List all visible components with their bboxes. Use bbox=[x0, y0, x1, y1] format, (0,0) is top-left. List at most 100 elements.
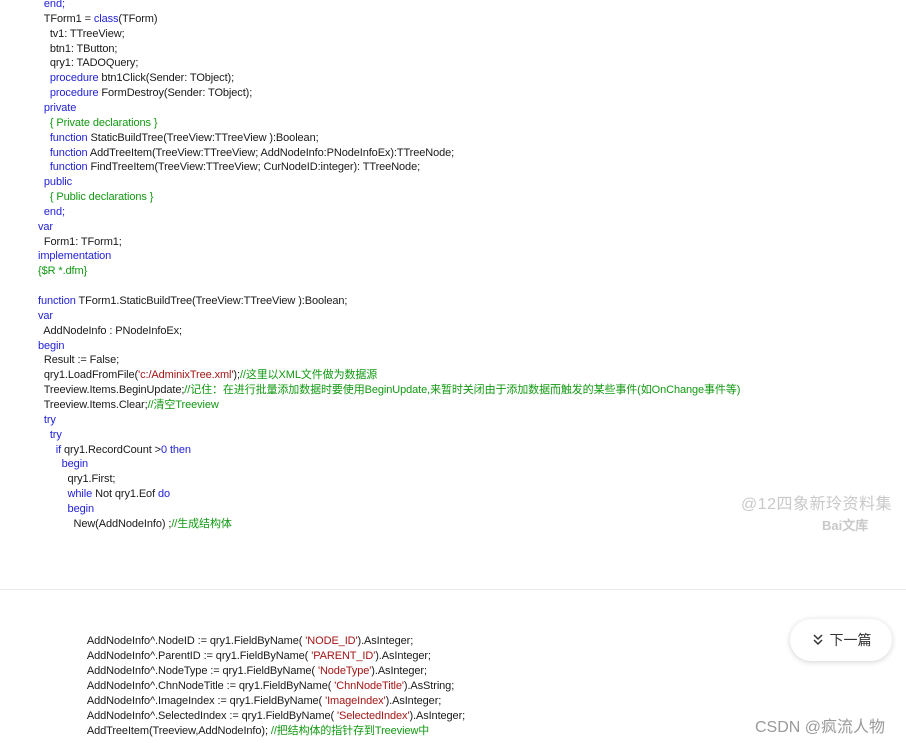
code-token: AddNodeInfo^.SelectedIndex := qry1.Field… bbox=[52, 710, 338, 722]
code-token: FindTreeItem(TreeView:TTreeView; CurNode… bbox=[87, 161, 421, 174]
code-token: (TForm) bbox=[118, 12, 158, 25]
code-line: Treeview.Items.BeginUpdate;//记住：在进行批量添加数… bbox=[38, 383, 741, 397]
code-token: 'SelectedIndex' bbox=[337, 710, 410, 722]
code-token: try bbox=[38, 413, 56, 426]
code-line: public bbox=[38, 175, 72, 189]
code-token: //生成结构体 bbox=[171, 517, 232, 530]
code-token: qry1.RecordCount > bbox=[61, 443, 161, 456]
code-token: AddNodeInfo^.NodeType := qry1.FieldByNam… bbox=[52, 665, 318, 677]
code-line: if qry1.RecordCount >0 then bbox=[38, 443, 191, 457]
code-token: TForm1.StaticBuildTree(TreeView:TTreeVie… bbox=[75, 295, 348, 307]
code-line: qry1.First; bbox=[38, 472, 116, 486]
code-line: AddNodeInfo : PNodeInfoEx; bbox=[38, 324, 182, 338]
code-token: 'ImageIndex' bbox=[325, 695, 386, 707]
code-line: private bbox=[38, 101, 76, 115]
code-token: New(AddNodeInfo) ; bbox=[38, 517, 172, 530]
code-line: AddNodeInfo^.NodeType := qry1.FieldByNam… bbox=[52, 664, 427, 678]
code-token: ).AsInteger; bbox=[409, 710, 466, 722]
code-token: begin bbox=[38, 339, 65, 352]
code-token: ).AsInteger; bbox=[375, 650, 431, 662]
code-token: do bbox=[158, 488, 171, 501]
code-line: AddNodeInfo^.NodeID := qry1.FieldByName(… bbox=[52, 634, 413, 648]
code-line: btn1: TButton; bbox=[38, 42, 118, 56]
code-line: end; bbox=[38, 205, 65, 219]
code-token: ).AsInteger; bbox=[357, 635, 414, 647]
code-token: 'NodeType' bbox=[317, 665, 372, 677]
code-token: btn1Click(Sender: TObject); bbox=[98, 72, 235, 85]
code-token: ).AsString; bbox=[403, 680, 455, 692]
code-token: public bbox=[38, 176, 73, 189]
code-token: end; bbox=[38, 0, 65, 10]
code-token: var bbox=[38, 309, 53, 322]
next-article-button[interactable]: 下一篇 bbox=[790, 619, 892, 661]
code-line: {$R *.dfm} bbox=[38, 264, 87, 278]
baidu-wenku-logo: Bai文库 bbox=[822, 518, 869, 533]
code-token: //这里以XML文件做为数据源 bbox=[239, 369, 378, 382]
code-token: 'c:/AdminixTree.xml' bbox=[138, 369, 234, 382]
code-line: qry1: TADOQuery; bbox=[38, 56, 139, 70]
code-token: function bbox=[38, 161, 88, 174]
code-line: try bbox=[38, 428, 62, 442]
code-line: procedure FormDestroy(Sender: TObject); bbox=[38, 86, 252, 100]
code-line: var bbox=[38, 309, 53, 323]
code-token: private bbox=[38, 101, 77, 114]
code-token: AddNodeInfo^.ParentID := qry1.FieldByNam… bbox=[52, 650, 312, 662]
code-line: New(AddNodeInfo) ;//生成结构体 bbox=[38, 517, 232, 531]
code-line: AddNodeInfo^.ChnNodeTitle := qry1.FieldB… bbox=[52, 679, 454, 693]
code-line: function FindTreeItem(TreeView:TTreeView… bbox=[38, 160, 420, 174]
code-line: AddNodeInfo^.SelectedIndex := qry1.Field… bbox=[52, 709, 465, 723]
code-line: try bbox=[38, 413, 56, 427]
code-token: AddNodeInfo : PNodeInfoEx; bbox=[38, 324, 182, 337]
code-token: Treeview.Items.Clear; bbox=[38, 398, 148, 411]
code-token: implementation bbox=[38, 250, 112, 263]
code-line: function StaticBuildTree(TreeView:TTreeV… bbox=[38, 131, 319, 145]
code-line: Form1: TForm1; bbox=[38, 235, 122, 249]
code-token: qry1.First; bbox=[38, 473, 116, 486]
code-line: AddNodeInfo^.ParentID := qry1.FieldByNam… bbox=[52, 649, 431, 663]
code-token: AddNodeInfo^.ChnNodeTitle := qry1.FieldB… bbox=[52, 680, 335, 692]
code-token: Form1: TForm1; bbox=[38, 235, 122, 248]
watermark-text: @12四象新玲资料集 bbox=[741, 496, 893, 513]
code-token: procedure bbox=[38, 87, 99, 100]
code-token: TForm1 = bbox=[38, 12, 94, 25]
code-line: { Public declarations } bbox=[38, 190, 154, 204]
code-token: function bbox=[38, 146, 88, 159]
code-line: tv1: TTreeView; bbox=[38, 27, 125, 41]
code-line: AddTreeItem(Treeview,AddNodeInfo); //把结构… bbox=[52, 724, 429, 738]
code-token: //把结构体的指针存到Treeview中 bbox=[270, 725, 430, 737]
code-token: { Private declarations } bbox=[38, 116, 158, 129]
code-line: qry1.LoadFromFile('c:/AdminixTree.xml');… bbox=[38, 368, 377, 382]
code-line: Result := False; bbox=[38, 353, 119, 367]
code-line: AddNodeInfo^.ImageIndex := qry1.FieldByN… bbox=[52, 694, 441, 708]
code-line: Treeview.Items.Clear;//清空Treeview bbox=[38, 398, 219, 412]
code-token: AddNodeInfo^.ImageIndex := qry1.FieldByN… bbox=[52, 695, 326, 707]
code-token: StaticBuildTree(TreeView:TTreeView ):Boo… bbox=[87, 131, 319, 144]
code-token: AddNodeInfo^.NodeID := qry1.FieldByName( bbox=[52, 635, 306, 647]
code-line: begin bbox=[38, 457, 89, 471]
code-line: implementation bbox=[38, 249, 111, 263]
next-article-label: 下一篇 bbox=[829, 632, 872, 648]
code-token: 'ChnNodeTitle' bbox=[334, 680, 404, 692]
code-line: function AddTreeItem(TreeView:TTreeView;… bbox=[38, 146, 454, 160]
code-line: TForm1 = class(TForm) bbox=[38, 12, 158, 26]
code-token: begin bbox=[38, 458, 89, 471]
code-line: var bbox=[38, 220, 53, 234]
document-page-1: end; TForm1 = class(TForm) tv1: TTreeVie… bbox=[0, 0, 906, 588]
code-token: procedure bbox=[38, 72, 99, 85]
code-token: function bbox=[38, 295, 76, 307]
code-line: begin bbox=[38, 502, 95, 516]
code-line: procedure btn1Click(Sender: TObject); bbox=[38, 71, 234, 85]
code-token: qry1.LoadFromFile( bbox=[38, 369, 139, 382]
code-token: 'NODE_ID' bbox=[305, 635, 358, 647]
code-token: {$R *.dfm} bbox=[38, 265, 88, 278]
code-token: class bbox=[93, 12, 119, 25]
code-token: ).AsInteger; bbox=[371, 665, 427, 677]
code-line: while Not qry1.Eof do bbox=[38, 487, 171, 501]
code-token: ).AsInteger; bbox=[385, 695, 442, 707]
code-token: Result := False; bbox=[38, 354, 120, 367]
code-line: function TForm1.StaticBuildTree(TreeView… bbox=[38, 294, 347, 308]
csdn-watermark: CSDN @疯流人物 bbox=[755, 719, 886, 736]
code-token: AddTreeItem(Treeview,AddNodeInfo); bbox=[52, 725, 271, 737]
code-token: Treeview.Items.BeginUpdate; bbox=[38, 384, 185, 397]
code-token: //清空Treeview bbox=[147, 398, 219, 411]
